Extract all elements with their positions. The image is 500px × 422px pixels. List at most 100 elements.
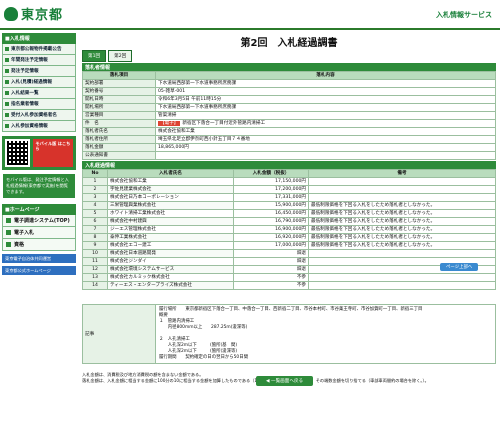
info-key: 件 名	[82, 119, 156, 128]
bid-note	[308, 249, 496, 258]
bid-no: 14	[82, 281, 108, 290]
page-title: 第2回 入札経過調書	[240, 38, 338, 49]
site-header: 東京都 入札情報サービス	[0, 0, 500, 30]
info-key: 契約番号	[82, 87, 156, 96]
info-key: 営業種目	[82, 111, 156, 120]
bid-row: 14 ティーエス・エンタープライズ株式会社 不参	[82, 281, 496, 290]
bid-note	[308, 281, 496, 290]
bid-amount: 17,150,000円	[233, 177, 310, 186]
external-link[interactable]: 東京電子自治体共同運営	[2, 254, 76, 263]
bid-no: 9	[82, 241, 108, 250]
bid-amount: 辞退	[233, 265, 310, 274]
round-tabs: 第1回 第2回	[82, 50, 496, 62]
bid-amount: 辞退	[233, 249, 310, 258]
sidebar-item[interactable]: 東京都公報物件掲載公告	[2, 44, 76, 55]
sidebar-link[interactable]: 電子調達システム(TOP)	[2, 215, 76, 227]
sidebar-link-label: 電子調達システム(TOP)	[14, 218, 70, 224]
bidder-name: 株式会社中村建興	[106, 217, 235, 226]
mobile-link[interactable]: モバイル版 はこちら	[33, 139, 73, 167]
bidder-name: ティーエス・エンタープライズ株式会社	[106, 281, 235, 290]
winner-info-table: 落札項目 落札内容 契約部署 下水道局西部第一下水道事務所庶務課 契約番号 05-雑草…	[82, 71, 496, 160]
remarks-table: 記事 履行場所 東京都新宿区下落合一丁目、中落合一丁目、西新宿二丁目、市谷本村町…	[82, 304, 496, 364]
bid-amount: 16,920,000円	[233, 233, 310, 242]
logo-text: 東京都	[21, 8, 64, 23]
info-row: 営業種目 管渠清掃	[82, 111, 496, 120]
bidder-name: 株式会社ジンダイ	[106, 257, 235, 266]
tokyo-emblem-icon	[4, 6, 18, 21]
sidebar-item[interactable]: 年間発注予定情報	[2, 55, 76, 66]
sidebar-item-label: 受付入札参加資格者名	[11, 113, 57, 118]
info-row: 落札金額 18,865,000円	[82, 143, 496, 152]
tokyo-logo[interactable]: 東京都	[4, 4, 63, 23]
bidder-name: 株式会社協和工業	[106, 177, 235, 186]
bid-note	[308, 185, 496, 194]
info-value-text: 令和6年3月5日 午前11時15分	[158, 97, 222, 102]
bidder-name: 株式会社環境システムサービス	[106, 265, 235, 274]
info-key: 落札金額	[82, 143, 156, 152]
info-value: 下水道局西部第一下水道事務所庶務課	[155, 103, 496, 112]
info-value: 埼玉県北足立郡伊奈町西小針五丁目７４番地	[155, 135, 496, 144]
sidebar-item[interactable]: 受付入札参加資格者名	[2, 110, 76, 121]
sidebar-item[interactable]: 指名業者情報	[2, 99, 76, 110]
sidebar-item-label: 入札結果一覧	[11, 91, 39, 96]
bid-row: 13 株式会社カルミック株式会社 不参	[82, 273, 496, 282]
sidebar-menu-heading: ■入札情報	[2, 33, 76, 44]
bidder-name: ジーエス管理株式会社	[106, 225, 235, 234]
sidebar-link-label: 資格	[14, 242, 25, 248]
info-value-text: 18,865,000円	[158, 145, 189, 150]
info-key: 開札場所	[82, 103, 156, 112]
info-value: 05-雑草-001	[155, 87, 496, 96]
bidder-name: ホワイト清掃工業株式会社	[106, 209, 235, 218]
info-value: 令和6年3月5日 午前11時15分	[155, 95, 496, 104]
sidebar-item[interactable]: 入札結果一覧	[2, 88, 76, 99]
bid-row: 12 株式会社環境システムサービス 辞退	[82, 265, 496, 274]
info-value-text: 下水道局西部第一下水道事務所庶務課	[158, 81, 237, 86]
bid-amount: 16,450,000円	[233, 209, 310, 218]
bid-note	[308, 193, 496, 202]
bid-no: 11	[82, 257, 108, 266]
tab-round-2[interactable]: 第2回	[108, 50, 133, 62]
col-no: No	[82, 169, 108, 178]
info-value-text: 新宿区下落合一丁目付近外管路内清掃工	[182, 121, 266, 126]
info-value: 下水道局西部第一下水道事務所庶務課	[155, 79, 496, 88]
bidder-name: 泰伸工業株式会社	[106, 233, 235, 242]
bid-note	[308, 273, 496, 282]
bid-history-heading: 入札経過情報	[82, 161, 496, 169]
bid-row: 3 株式会社日乃本コーポレーション 17,331,000円	[82, 193, 496, 202]
bid-no: 10	[82, 249, 108, 258]
bidder-name: 株式会社エコー建工	[106, 241, 235, 250]
bid-note: 最低制限価格を下回る入札をしたため落札者としなかった。	[308, 241, 496, 250]
col-bidder: 入札者氏名	[106, 169, 235, 178]
sidebar-item[interactable]: 入札参加資格情報	[2, 121, 76, 132]
sidebar-item[interactable]: 入札(見積)経過情報	[2, 77, 76, 88]
bid-row: 10 株式会社日本道路開発 辞退	[82, 249, 496, 258]
sidebar: ■入札情報 東京都公報物件掲載公告年間発注予定情報発注予定情報 入札(見積)経過情…	[0, 30, 78, 422]
sidebar-item[interactable]: 発注予定情報	[2, 66, 76, 77]
bullet-icon	[5, 58, 9, 62]
sidebar-links: 電子調達システム(TOP) 電子入札資格	[0, 215, 78, 251]
info-key: 開札日時	[82, 95, 156, 104]
bid-amount: 辞退	[233, 257, 310, 266]
bullet-icon	[5, 80, 9, 84]
external-links: 東京電子自治体共同運営 東京都公式ホームページ	[0, 254, 78, 275]
winner-info-heading: 落札者情報	[82, 63, 496, 71]
bidder-name: 三栄管理興業株式会社	[106, 201, 235, 210]
back-to-list-button[interactable]: ◀ 一覧画面へ戻る	[256, 376, 314, 386]
bid-note: 最低制限価格を下回る入札をしたため落札者としなかった。	[308, 209, 496, 218]
external-link[interactable]: 東京都公式ホームページ	[2, 266, 76, 275]
sidebar-link-label: 電子入札	[14, 230, 35, 236]
bid-row: 5 ホワイト清掃工業株式会社 16,450,000円 最低制限価格を下回る入札をしたた…	[82, 209, 496, 218]
tab-round-1[interactable]: 第1回	[82, 50, 107, 62]
bid-row: 11 株式会社ジンダイ 辞退	[82, 257, 496, 266]
sidebar-link[interactable]: 資格	[2, 239, 76, 251]
sidebar-link[interactable]: 電子入札	[2, 227, 76, 239]
bid-row: 4 三栄管理興業株式会社 15,900,000円 最低制限価格を下回る入札をしたため落…	[82, 201, 496, 210]
bullet-icon	[5, 47, 9, 51]
page-top-button[interactable]: ページ上部へ	[440, 263, 479, 271]
bid-note: 最低制限価格を下回る入札をしたため落札者としなかった。	[308, 217, 496, 226]
bid-note	[308, 177, 496, 186]
bidder-name: 株式会社日本道路開発	[106, 249, 235, 258]
info-value-text: 埼玉県北足立郡伊奈町西小針五丁目７４番地	[158, 137, 250, 142]
sidebar-item-label: 年間発注予定情報	[11, 58, 48, 63]
col-amount: 入札金額（税抜）	[233, 169, 310, 178]
